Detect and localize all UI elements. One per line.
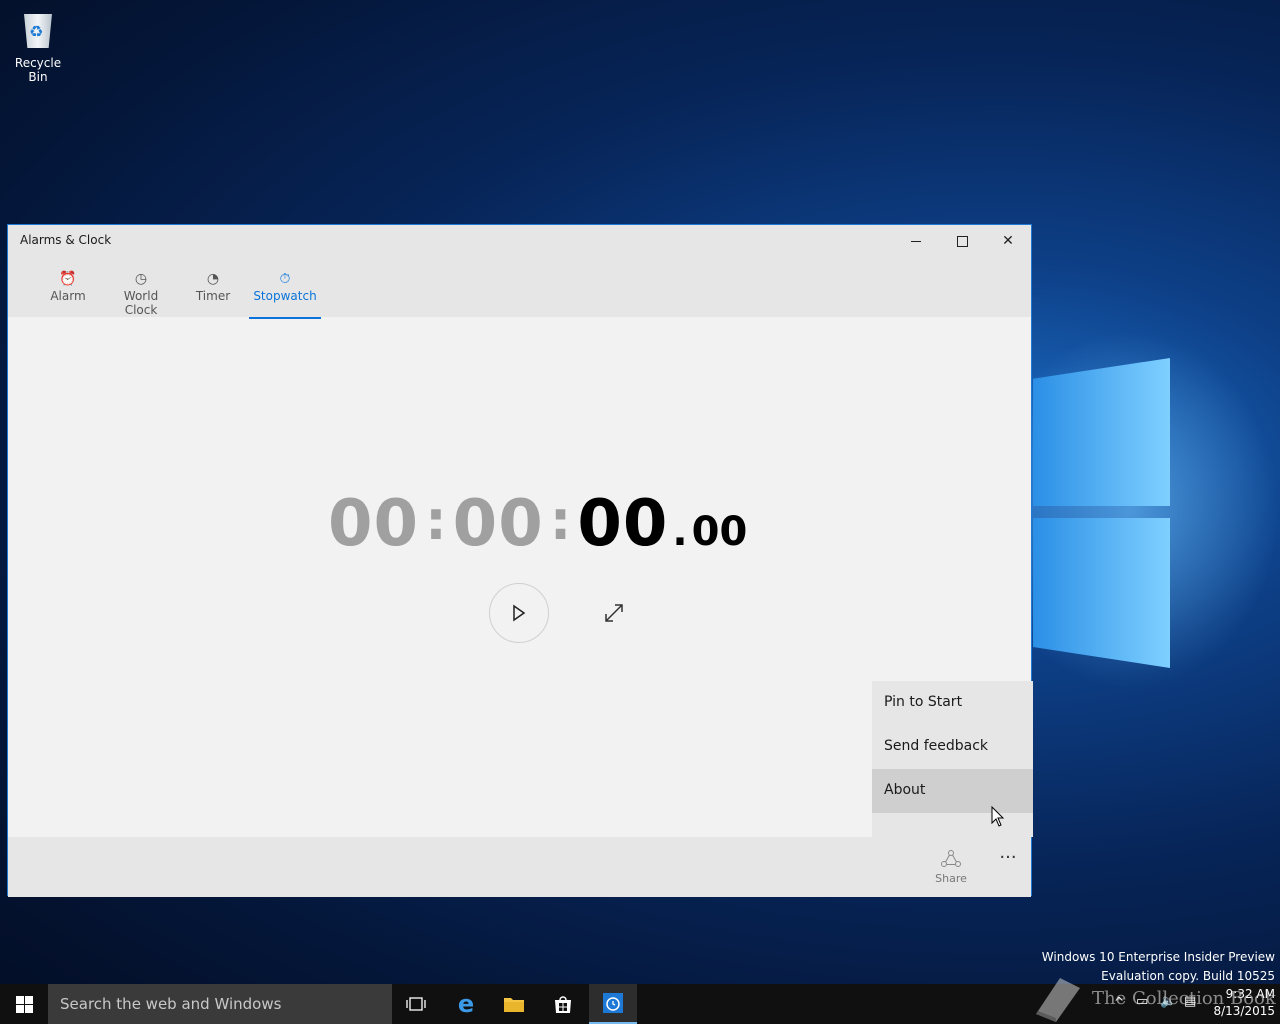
menu-item-label: Pin to Start bbox=[884, 694, 963, 710]
tab-alarm[interactable]: ⏰ Alarm bbox=[48, 269, 88, 315]
mouse-cursor-icon bbox=[991, 806, 1005, 827]
separator: : bbox=[425, 489, 447, 552]
tab-label: Alarm bbox=[50, 289, 86, 303]
alarm-clock-icon bbox=[603, 993, 623, 1013]
maximize-button[interactable] bbox=[939, 225, 985, 257]
stopwatch-hours: 00 bbox=[328, 487, 420, 561]
stopwatch-minutes: 00 bbox=[452, 487, 544, 561]
stopwatch-icon: ⏱ bbox=[279, 271, 291, 287]
decimal-point: . bbox=[672, 509, 688, 555]
alarms-taskbar-button[interactable] bbox=[589, 984, 637, 1024]
close-button[interactable]: ✕ bbox=[985, 225, 1031, 257]
share-icon bbox=[941, 850, 961, 867]
recycle-bin-icon: ♻ bbox=[20, 8, 56, 50]
tab-label: World Clock bbox=[123, 289, 159, 317]
search-placeholder: Search the web and Windows bbox=[60, 995, 282, 1013]
store-icon bbox=[555, 996, 571, 1013]
folder-icon bbox=[504, 998, 524, 1012]
menu-item-about[interactable]: About bbox=[872, 769, 1033, 813]
window-title: Alarms & Clock bbox=[20, 233, 112, 247]
close-icon: ✕ bbox=[1002, 233, 1014, 249]
store-taskbar-button[interactable] bbox=[539, 984, 587, 1024]
windows-start-icon bbox=[15, 995, 33, 1013]
file-explorer-taskbar-button[interactable] bbox=[490, 984, 538, 1024]
title-bar[interactable]: Alarms & Clock ✕ bbox=[8, 225, 1031, 257]
world-clock-icon: ◷ bbox=[134, 271, 148, 287]
recycle-bin-label: Recycle Bin bbox=[14, 56, 62, 84]
edge-icon: e bbox=[457, 990, 475, 1018]
share-button[interactable]: Share bbox=[926, 849, 976, 885]
menu-item-label: Send feedback bbox=[884, 738, 989, 754]
start-button[interactable] bbox=[489, 583, 549, 643]
task-view-button[interactable] bbox=[392, 984, 440, 1024]
play-icon bbox=[513, 604, 526, 622]
expand-icon bbox=[605, 604, 623, 622]
tab-bar: ⏰ Alarm ◷ World Clock ◔ Timer ⏱ Stopwatc… bbox=[8, 257, 1031, 319]
watermark-line-1: Windows 10 Enterprise Insider Preview bbox=[1041, 950, 1275, 964]
search-box[interactable]: Search the web and Windows bbox=[48, 984, 392, 1024]
tab-label: Timer bbox=[195, 289, 231, 303]
more-button[interactable]: ··· bbox=[993, 847, 1023, 868]
stopwatch-seconds: 00 bbox=[577, 487, 669, 561]
alarms-clock-window: Alarms & Clock ✕ ⏰ Alarm ◷ World Clock ◔… bbox=[7, 224, 1033, 897]
minimize-button[interactable] bbox=[893, 225, 939, 257]
edge-taskbar-button[interactable]: e bbox=[442, 984, 490, 1024]
tab-world-clock[interactable]: ◷ World Clock bbox=[106, 269, 176, 317]
start-button[interactable] bbox=[0, 984, 48, 1024]
overlay-brand-text: The Collection Book bbox=[1092, 988, 1276, 1009]
expand-button[interactable] bbox=[602, 601, 626, 625]
book-logo-icon bbox=[1036, 978, 1080, 1022]
timer-icon: ◔ bbox=[206, 271, 220, 287]
task-view-icon bbox=[406, 997, 426, 1011]
more-options-menu: Pin to Start Send feedback About bbox=[872, 681, 1033, 837]
menu-item-pin-to-start[interactable]: Pin to Start bbox=[872, 681, 1033, 725]
alarm-icon: ⏰ bbox=[59, 271, 77, 287]
tab-stopwatch[interactable]: ⏱ Stopwatch bbox=[249, 269, 321, 319]
maximize-icon bbox=[956, 235, 968, 247]
tab-label: Stopwatch bbox=[253, 289, 317, 303]
separator: : bbox=[549, 489, 572, 552]
menu-item-label: About bbox=[884, 782, 926, 798]
tab-timer[interactable]: ◔ Timer bbox=[194, 269, 232, 315]
stopwatch-display: 00 : 00 : 00 . 00 bbox=[328, 487, 747, 567]
share-label: Share bbox=[935, 872, 967, 885]
recycle-bin-shortcut[interactable]: ♻ Recycle Bin bbox=[6, 8, 70, 84]
taskbar: Search the web and Windows e ^ ▭ 🔈 ▤ 9:3… bbox=[0, 984, 1280, 1024]
app-bar: Share ··· bbox=[8, 837, 1031, 897]
minimize-icon bbox=[911, 240, 921, 242]
menu-item-send-feedback[interactable]: Send feedback bbox=[872, 725, 1033, 769]
windows-logo-wallpaper bbox=[1033, 358, 1173, 678]
stopwatch-hundredths: 00 bbox=[691, 509, 748, 555]
